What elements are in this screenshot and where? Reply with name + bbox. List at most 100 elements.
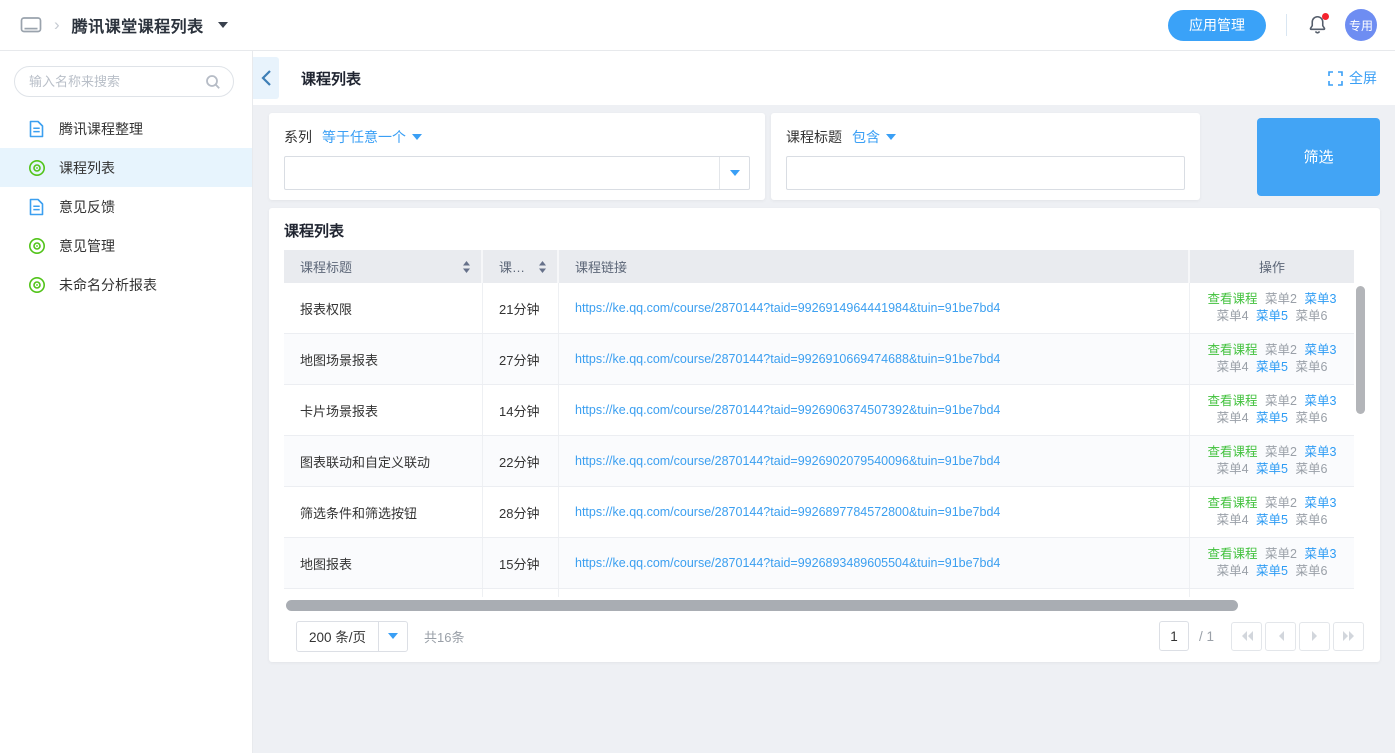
course-link[interactable]: https://ke.qq.com/course/2870144?taid=99… bbox=[575, 301, 1000, 315]
row-action-view-course[interactable]: 查看课程 bbox=[1208, 445, 1258, 459]
row-action-menu-5[interactable]: 菜单5 bbox=[1256, 411, 1288, 425]
row-action-menu-5[interactable]: 菜单5 bbox=[1256, 360, 1288, 374]
row-action-menu-5[interactable]: 菜单5 bbox=[1256, 513, 1288, 527]
row-action-menu-3[interactable]: 菜单3 bbox=[1304, 547, 1336, 561]
row-action-view-course[interactable]: 查看课程 bbox=[1208, 394, 1258, 408]
course-link[interactable]: https://ke.qq.com/course/2870144?taid=99… bbox=[575, 454, 1000, 468]
row-action-menu-4[interactable]: 菜单4 bbox=[1217, 564, 1249, 578]
row-action-menu-2[interactable]: 菜单2 bbox=[1265, 394, 1297, 408]
row-action-menu-3[interactable]: 菜单3 bbox=[1304, 496, 1336, 510]
row-action-menu-4[interactable]: 菜单4 bbox=[1217, 513, 1249, 527]
row-action-menu-3[interactable]: 菜单3 bbox=[1304, 292, 1336, 306]
target-icon bbox=[28, 237, 46, 255]
row-action-menu-2[interactable]: 菜单2 bbox=[1265, 496, 1297, 510]
sidebar-item-tencent-course-organize[interactable]: 腾讯课程整理 bbox=[0, 109, 252, 148]
row-action-menu-3[interactable]: 菜单3 bbox=[1304, 343, 1336, 357]
row-action-menu-4[interactable]: 菜单4 bbox=[1217, 360, 1249, 374]
table-row: 筛选条件和筛选按钮28分钟https://ke.qq.com/course/28… bbox=[284, 487, 1354, 538]
course-link[interactable]: https://ke.qq.com/course/2870144?taid=99… bbox=[575, 556, 1000, 570]
row-action-menu-4[interactable]: 菜单4 bbox=[1217, 309, 1249, 323]
page-number-input[interactable] bbox=[1159, 621, 1189, 651]
course-link[interactable]: https://ke.qq.com/course/2870144?taid=99… bbox=[575, 505, 1000, 519]
course-link[interactable]: https://ke.qq.com/course/2870144?taid=99… bbox=[575, 352, 1000, 366]
series-operator-dropdown[interactable]: 等于任意一个 bbox=[322, 127, 422, 147]
horizontal-scrollbar-thumb[interactable] bbox=[286, 600, 1238, 611]
chevron-down-icon bbox=[886, 134, 896, 140]
column-header-course-title[interactable]: 课程标题 bbox=[284, 250, 483, 283]
avatar[interactable]: 专用 bbox=[1345, 9, 1377, 41]
total-count: 共16条 bbox=[424, 627, 464, 646]
sidebar-item-unnamed-analysis-report[interactable]: 未命名分析报表 bbox=[0, 265, 252, 304]
row-action-menu-4[interactable]: 菜单4 bbox=[1217, 411, 1249, 425]
sidebar-item-feedback[interactable]: 意见反馈 bbox=[0, 187, 252, 226]
search-icon[interactable] bbox=[205, 74, 221, 90]
chevron-down-icon bbox=[730, 170, 740, 176]
chevron-left-icon bbox=[260, 69, 272, 87]
column-header-course-duration[interactable]: 课程... bbox=[483, 250, 559, 283]
table-row-clipped bbox=[284, 589, 1354, 597]
row-action-menu-2[interactable]: 菜单2 bbox=[1265, 343, 1297, 357]
sidebar-item-feedback-manage[interactable]: 意见管理 bbox=[0, 226, 252, 265]
back-button[interactable] bbox=[253, 57, 279, 99]
course-duration-cell: 27分钟 bbox=[483, 334, 559, 384]
row-action-menu-4[interactable]: 菜单4 bbox=[1217, 462, 1249, 476]
first-page-button[interactable] bbox=[1231, 622, 1262, 651]
breadcrumb-title[interactable]: 腾讯课堂课程列表 bbox=[72, 13, 204, 37]
course-title-cell: 地图场景报表 bbox=[284, 334, 483, 384]
row-action-menu-2[interactable]: 菜单2 bbox=[1265, 292, 1297, 306]
page-size-select[interactable]: 200 条/页 bbox=[296, 621, 408, 652]
fullscreen-icon bbox=[1328, 71, 1343, 86]
series-select[interactable] bbox=[284, 156, 750, 190]
row-action-menu-3[interactable]: 菜单3 bbox=[1304, 445, 1336, 459]
row-action-view-course[interactable]: 查看课程 bbox=[1208, 496, 1258, 510]
course-duration-cell: 28分钟 bbox=[483, 487, 559, 537]
vertical-scrollbar-thumb[interactable] bbox=[1356, 286, 1365, 414]
row-action-menu-5[interactable]: 菜单5 bbox=[1256, 309, 1288, 323]
row-action-view-course[interactable]: 查看课程 bbox=[1208, 343, 1258, 357]
table-row: 地图场景报表27分钟 https://ke.qq.com/course/28701… bbox=[284, 334, 1354, 385]
row-action-menu-6[interactable]: 菜单6 bbox=[1295, 360, 1327, 374]
course-link[interactable]: https://ke.qq.com/course/2870144?taid=99… bbox=[575, 403, 1000, 417]
prev-page-button[interactable] bbox=[1265, 622, 1296, 651]
row-action-menu-6[interactable]: 菜单6 bbox=[1295, 309, 1327, 323]
row-action-menu-6[interactable]: 菜单6 bbox=[1295, 411, 1327, 425]
row-action-menu-2[interactable]: 菜单2 bbox=[1265, 445, 1297, 459]
row-action-menu-6[interactable]: 菜单6 bbox=[1295, 462, 1327, 476]
fullscreen-button[interactable]: 全屏 bbox=[1328, 68, 1377, 88]
topbar-actions: 应用管理 专用 bbox=[1168, 9, 1377, 41]
row-action-menu-6[interactable]: 菜单6 bbox=[1295, 513, 1327, 527]
last-page-button[interactable] bbox=[1333, 622, 1364, 651]
page-size-arrow[interactable] bbox=[378, 622, 407, 651]
sort-icon[interactable] bbox=[538, 260, 547, 274]
row-action-menu-5[interactable]: 菜单5 bbox=[1256, 462, 1288, 476]
course-title-input[interactable] bbox=[786, 156, 1185, 190]
document-icon bbox=[28, 198, 46, 216]
course-title-operator-dropdown[interactable]: 包含 bbox=[852, 127, 896, 147]
target-icon bbox=[28, 276, 46, 294]
course-link-cell: https://ke.qq.com/course/2870144?taid=99… bbox=[559, 487, 1190, 537]
pagination-controls: / 1 bbox=[1159, 621, 1364, 651]
table-row: 图表联动和自定义联动22分钟https://ke.qq.com/course/2… bbox=[284, 436, 1354, 487]
filter-row: 系列 等于任意一个 课程标题 bbox=[269, 113, 1380, 200]
filter-submit-button[interactable]: 筛选 bbox=[1257, 118, 1380, 196]
breadcrumb-caret-icon[interactable] bbox=[218, 22, 228, 28]
course-title-cell: 报表权限 bbox=[284, 283, 483, 333]
row-action-menu-2[interactable]: 菜单2 bbox=[1265, 547, 1297, 561]
notification-bell-icon[interactable] bbox=[1307, 14, 1329, 36]
row-action-menu-5[interactable]: 菜单5 bbox=[1256, 564, 1288, 578]
app-manage-button[interactable]: 应用管理 bbox=[1168, 10, 1266, 41]
course-actions-cell: 查看课程 菜单2 菜单3 菜单4 菜单5 菜单6 bbox=[1190, 393, 1354, 427]
row-action-view-course[interactable]: 查看课程 bbox=[1208, 547, 1258, 561]
filter-card-course-title: 课程标题 包含 bbox=[771, 113, 1200, 200]
course-table-card: 课程列表 课程标题课程...课程链接操作 报表权限21分钟https://ke.… bbox=[269, 208, 1380, 662]
next-page-button[interactable] bbox=[1299, 622, 1330, 651]
sort-icon[interactable] bbox=[462, 260, 471, 274]
vertical-scrollbar[interactable] bbox=[1354, 283, 1366, 597]
sidebar-item-course-list[interactable]: 课程列表 bbox=[0, 148, 252, 187]
search-input[interactable] bbox=[29, 74, 205, 89]
row-action-menu-3[interactable]: 菜单3 bbox=[1304, 394, 1336, 408]
series-select-arrow[interactable] bbox=[719, 157, 749, 189]
row-action-view-course[interactable]: 查看课程 bbox=[1208, 292, 1258, 306]
horizontal-scrollbar[interactable] bbox=[284, 600, 1366, 611]
row-action-menu-6[interactable]: 菜单6 bbox=[1295, 564, 1327, 578]
